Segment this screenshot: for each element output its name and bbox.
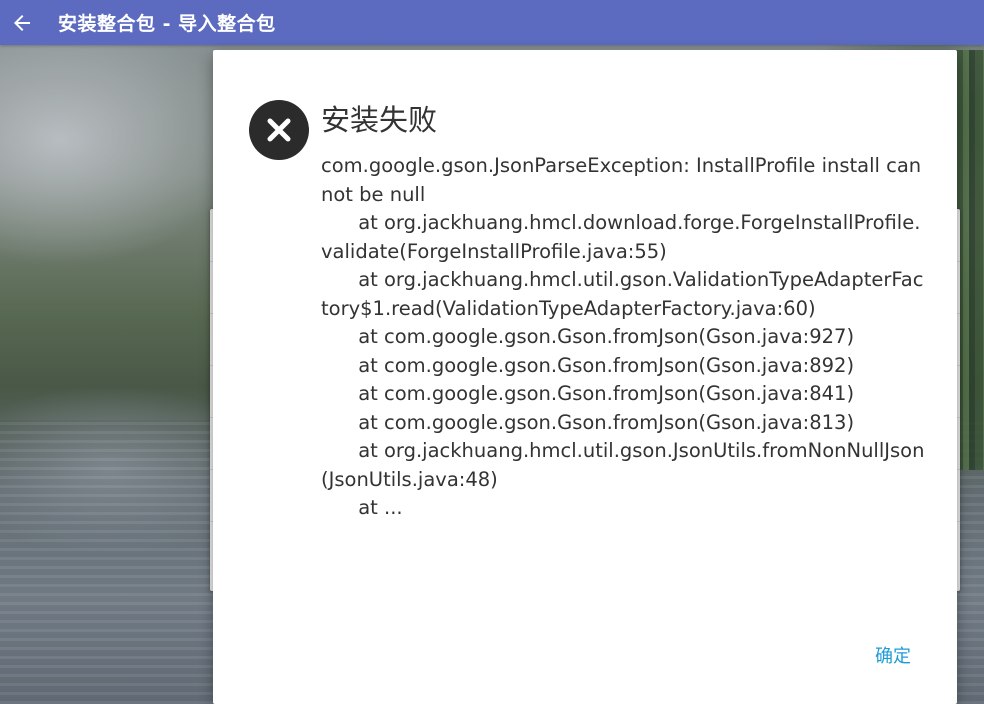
confirm-button[interactable]: 确定 <box>869 638 917 672</box>
dialog-title: 安装失败 <box>321 103 438 137</box>
app-bar: 安装整合包 - 导入整合包 <box>0 0 984 45</box>
error-dialog: 安装失败 com.google.gson.JsonParseException:… <box>213 50 957 704</box>
error-message: com.google.gson.JsonParseException: Inst… <box>321 154 925 519</box>
arrow-left-icon <box>10 11 34 35</box>
error-x-icon <box>249 100 309 160</box>
back-button[interactable] <box>0 0 44 45</box>
page-title: 安装整合包 - 导入整合包 <box>58 13 276 35</box>
